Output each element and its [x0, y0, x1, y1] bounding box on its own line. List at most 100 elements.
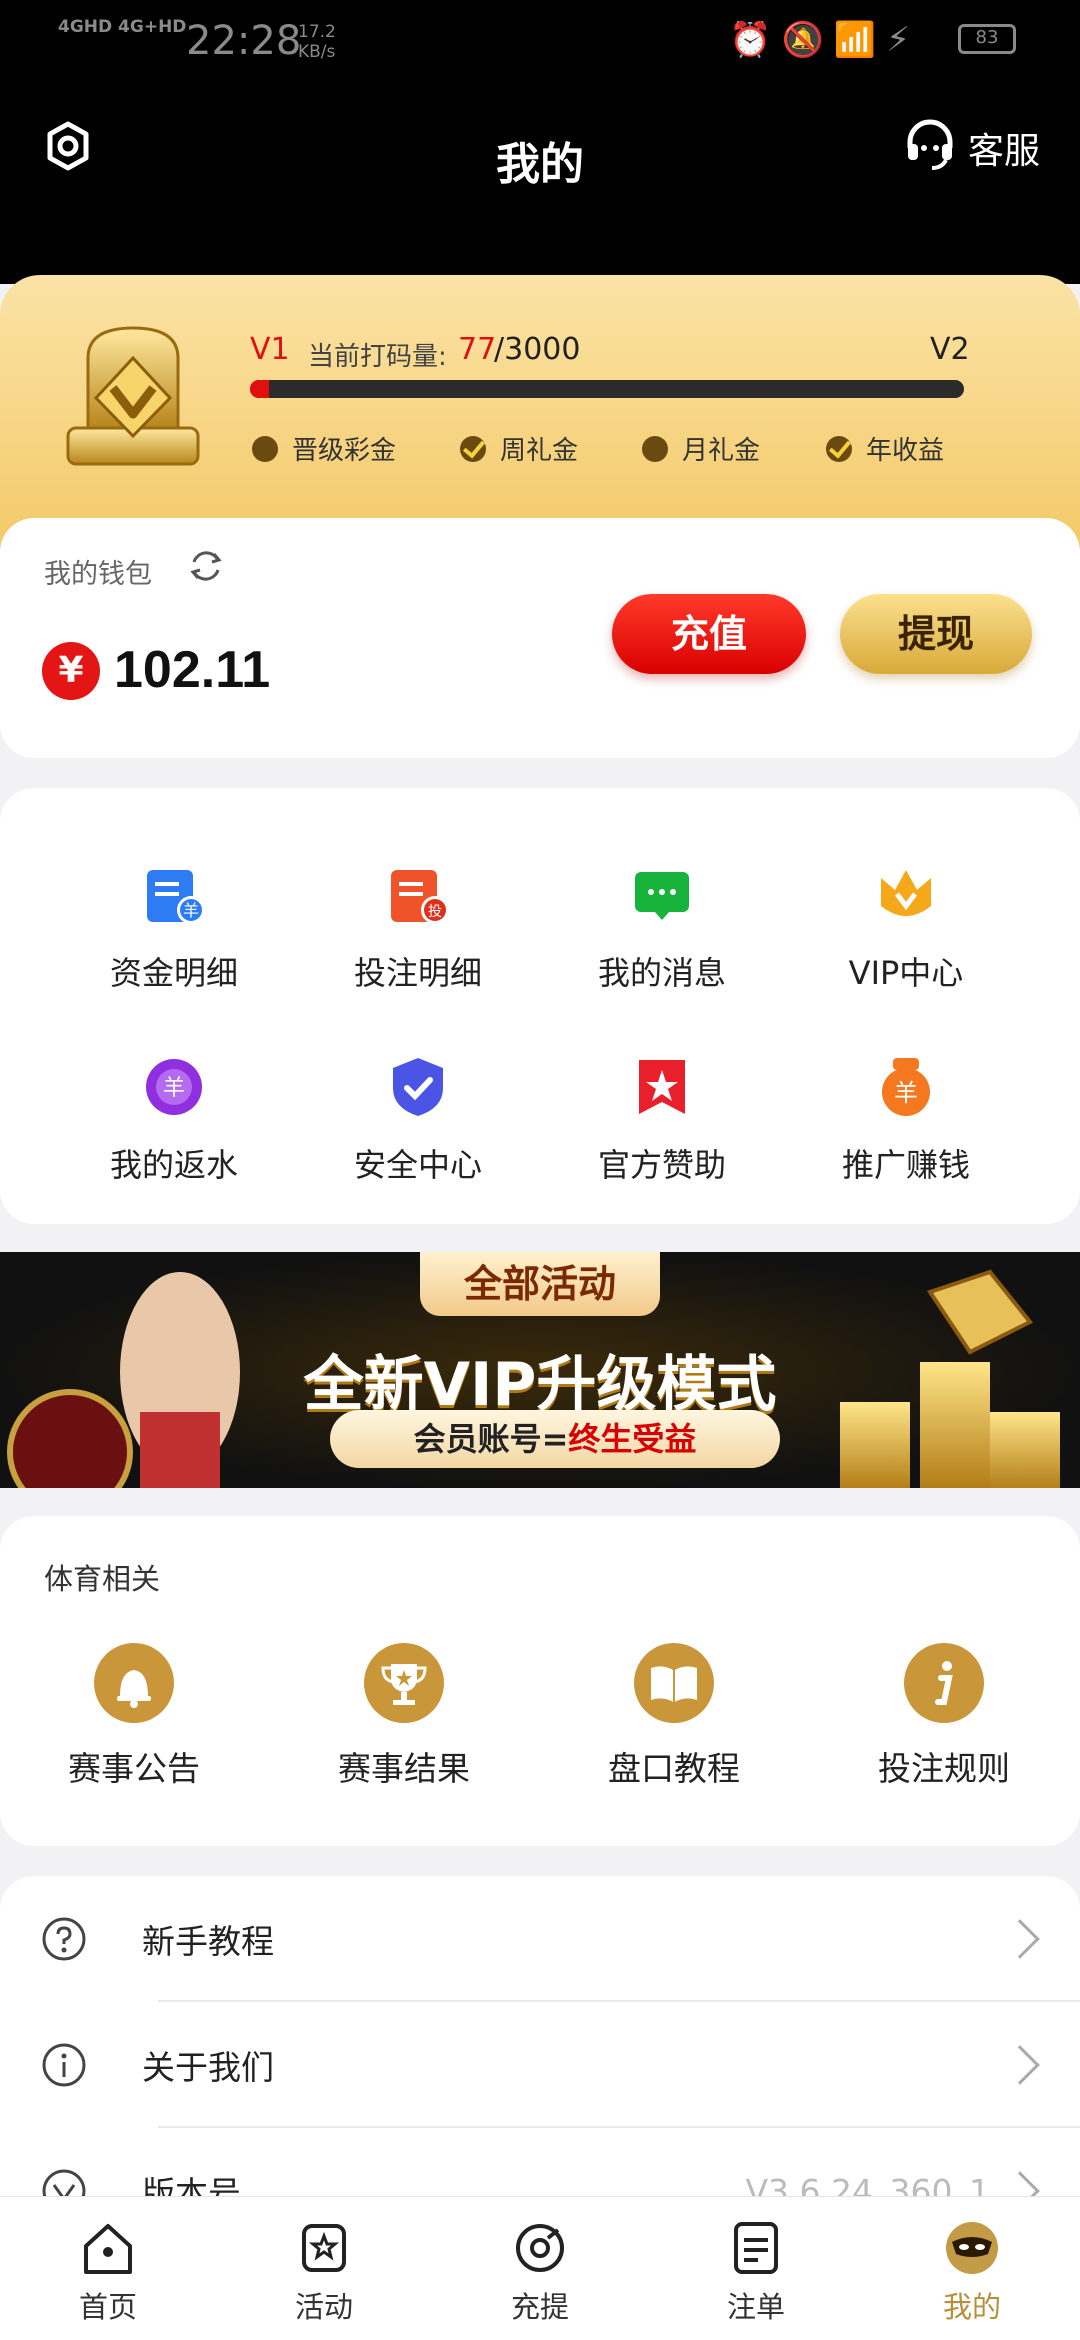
- settings-icon[interactable]: [40, 118, 96, 174]
- chevron-right-icon: [1000, 2045, 1040, 2085]
- perk-label: 周礼金: [500, 436, 579, 466]
- sports-item-label: 投注规则: [878, 1749, 1010, 1788]
- bell-icon: [93, 1642, 175, 1724]
- grid-item-vip[interactable]: VIP中心: [806, 860, 1006, 994]
- headset-icon: [902, 116, 958, 181]
- menu-row-tutorial[interactable]: 新手教程: [0, 1876, 1080, 2002]
- promote-icon: 羊: [871, 1052, 941, 1122]
- vip-icon: [871, 860, 941, 930]
- network-speed: 17.2 KB/s: [298, 22, 336, 62]
- tab-label: 充提: [510, 2290, 569, 2324]
- menu-row-about[interactable]: 关于我们: [0, 2002, 1080, 2128]
- book-icon: [633, 1642, 715, 1724]
- refresh-icon[interactable]: [186, 546, 226, 586]
- vip-progress-bar: [250, 380, 964, 398]
- current-vip-level: V1: [250, 332, 290, 367]
- rebate-icon: 羊: [139, 1052, 209, 1122]
- tab-label: 注单: [726, 2290, 785, 2324]
- network-indicator: 4GHD 4G+HD: [58, 17, 187, 37]
- activity-icon: [292, 2218, 356, 2278]
- order-icon: [724, 2218, 788, 2278]
- tab-label: 我的: [942, 2290, 1001, 2324]
- grid-item-label: 资金明细: [109, 954, 238, 992]
- system-icons: ⏰🔕📶⚡: [729, 20, 920, 60]
- customer-service-button[interactable]: 客服: [902, 118, 1040, 178]
- sports-item-bell[interactable]: 赛事公告: [24, 1642, 244, 1790]
- battery-icon: 83: [958, 24, 1016, 54]
- sports-item-label: 赛事结果: [338, 1749, 470, 1788]
- customer-service-label: 客服: [968, 131, 1041, 172]
- sports-item-info[interactable]: 投注规则: [834, 1642, 1054, 1790]
- grid-item-message[interactable]: 我的消息: [562, 860, 762, 994]
- help-circle-icon: [40, 1915, 88, 1963]
- info-icon: [903, 1642, 985, 1724]
- grid-item-label: 我的返水: [109, 1146, 238, 1184]
- grid-item-shield[interactable]: 安全中心: [318, 1052, 518, 1186]
- tab-activity[interactable]: 活动: [216, 2218, 432, 2326]
- next-vip-level: V2: [930, 332, 970, 367]
- grid-item-label: 安全中心: [353, 1146, 482, 1184]
- svg-text:羊: 羊: [163, 1076, 185, 1101]
- perk-item: 月礼金: [642, 430, 760, 467]
- withdraw-button[interactable]: 提现: [840, 594, 1032, 674]
- deposit-icon: [508, 2218, 572, 2278]
- bet-volume-value: 77: [458, 332, 497, 367]
- recharge-button[interactable]: 充值: [612, 594, 806, 674]
- bet-detail-icon: 投: [383, 860, 453, 930]
- svg-text:羊: 羊: [894, 1079, 918, 1107]
- sports-item-label: 盘口教程: [608, 1749, 740, 1788]
- sports-item-label: 赛事公告: [68, 1749, 200, 1788]
- grid-item-rebate[interactable]: 羊我的返水: [74, 1052, 274, 1186]
- tab-home[interactable]: 首页: [0, 2218, 216, 2326]
- bet-volume-total: /3000: [494, 332, 581, 367]
- svg-text:投: 投: [428, 904, 442, 920]
- vip-badge-icon: [58, 318, 208, 478]
- grid-item-label: 投注明细: [353, 954, 482, 992]
- message-icon: [627, 860, 697, 930]
- perk-item: 晋级彩金: [252, 430, 396, 467]
- grid-item-sponsor[interactable]: 官方赞助: [562, 1052, 762, 1186]
- alarm-icon: ⏰: [729, 20, 782, 60]
- menu-row-label: 新手教程: [142, 1922, 274, 1961]
- perk-status-icon: [460, 435, 486, 462]
- perk-label: 年收益: [866, 436, 945, 466]
- tab-profile[interactable]: 我的: [864, 2218, 1080, 2326]
- wallet-balance: 102.11: [114, 641, 271, 699]
- mute-icon: 🔕: [781, 20, 834, 60]
- banner-tag: 全部活动: [420, 1252, 660, 1316]
- info-circle-icon: [40, 2041, 88, 2089]
- trophy-icon: [363, 1642, 445, 1724]
- grid-item-fund-detail[interactable]: 羊资金明细: [74, 860, 274, 994]
- banner-subtitle: 会员账号=终生受益: [330, 1410, 780, 1468]
- menu-row-label: 关于我们: [142, 2048, 274, 2087]
- profile-icon: [940, 2218, 1004, 2278]
- bet-volume-label: 当前打码量:: [308, 342, 447, 372]
- vip-progress-fill: [250, 380, 269, 398]
- home-icon: [76, 2218, 140, 2278]
- wifi-icon: 📶: [833, 20, 887, 60]
- grid-item-promote[interactable]: 羊推广赚钱: [806, 1052, 1006, 1186]
- wallet-label: 我的钱包: [44, 559, 152, 590]
- banner-subtitle-prefix: 会员账号=: [413, 1420, 569, 1458]
- fund-detail-icon: 羊: [139, 860, 209, 930]
- grid-item-bet-detail[interactable]: 投投注明细: [318, 860, 518, 994]
- tab-label: 活动: [294, 2290, 353, 2324]
- clock: 22:28: [186, 18, 302, 64]
- sports-item-book[interactable]: 盘口教程: [564, 1642, 784, 1790]
- tab-deposit[interactable]: 充提: [432, 2218, 648, 2326]
- promo-banner[interactable]: 全部活动 全新VIP升级模式 会员账号=终生受益: [0, 1252, 1080, 1488]
- svg-text:羊: 羊: [183, 901, 199, 920]
- tab-order[interactable]: 注单: [648, 2218, 864, 2326]
- perk-item: 周礼金: [460, 430, 578, 467]
- charging-icon: ⚡: [886, 20, 920, 60]
- grid-item-label: 我的消息: [597, 954, 726, 992]
- perk-label: 晋级彩金: [292, 436, 397, 466]
- banner-subtitle-highlight: 终生受益: [568, 1420, 697, 1458]
- grid-item-label: 官方赞助: [597, 1146, 726, 1184]
- perk-status-icon: [252, 435, 278, 462]
- perk-status-icon: [642, 435, 668, 462]
- sports-item-trophy[interactable]: 赛事结果: [294, 1642, 514, 1790]
- grid-item-label: VIP中心: [848, 954, 964, 992]
- chevron-right-icon: [1000, 1919, 1040, 1959]
- status-bar: 4GHD 4G+HD 22:28 17.2 KB/s ⏰🔕📶⚡ 83: [0, 0, 1080, 84]
